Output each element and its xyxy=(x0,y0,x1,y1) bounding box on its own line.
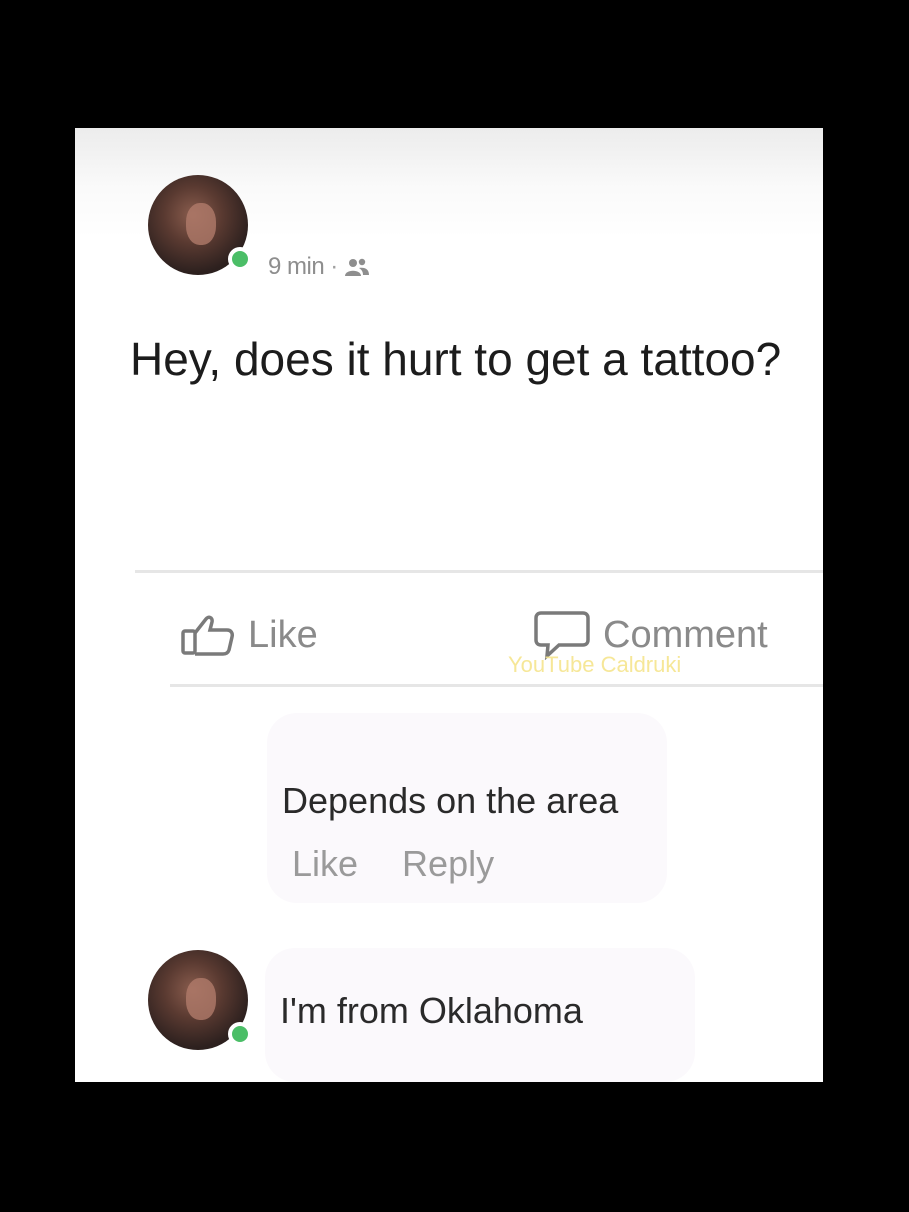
online-status-dot xyxy=(228,1022,252,1046)
comment-reply-link[interactable]: Reply xyxy=(402,843,494,885)
post-meta: 9 min · xyxy=(268,253,370,281)
online-status-dot xyxy=(228,247,252,271)
avatar-photo xyxy=(186,978,216,1020)
reply-text: I'm from Oklahoma xyxy=(280,990,583,1031)
like-button[interactable]: Like xyxy=(180,613,318,657)
replier-avatar[interactable] xyxy=(148,950,252,1050)
thumbs-up-icon xyxy=(181,615,234,656)
comment-like-link[interactable]: Like xyxy=(292,843,358,885)
like-label: Like xyxy=(248,613,318,656)
comment-label: Comment xyxy=(603,613,768,656)
comment-text: Depends on the area xyxy=(282,780,619,821)
action-bar-top-divider xyxy=(135,570,823,573)
action-bar-bottom-divider xyxy=(170,684,823,687)
meta-separator: · xyxy=(330,253,338,280)
post-card: 9 min · Hey, does it hurt to get a tatto… xyxy=(75,128,823,1082)
comment-actions: Like Reply xyxy=(292,843,494,885)
avatar-photo xyxy=(186,203,216,245)
post-timestamp[interactable]: 9 min xyxy=(268,253,325,281)
friends-icon[interactable] xyxy=(344,256,370,278)
post-text: Hey, does it hurt to get a tattoo? xyxy=(130,333,782,385)
poster-avatar[interactable] xyxy=(148,175,252,275)
watermark-text: YouTube Caldruki xyxy=(508,652,682,677)
